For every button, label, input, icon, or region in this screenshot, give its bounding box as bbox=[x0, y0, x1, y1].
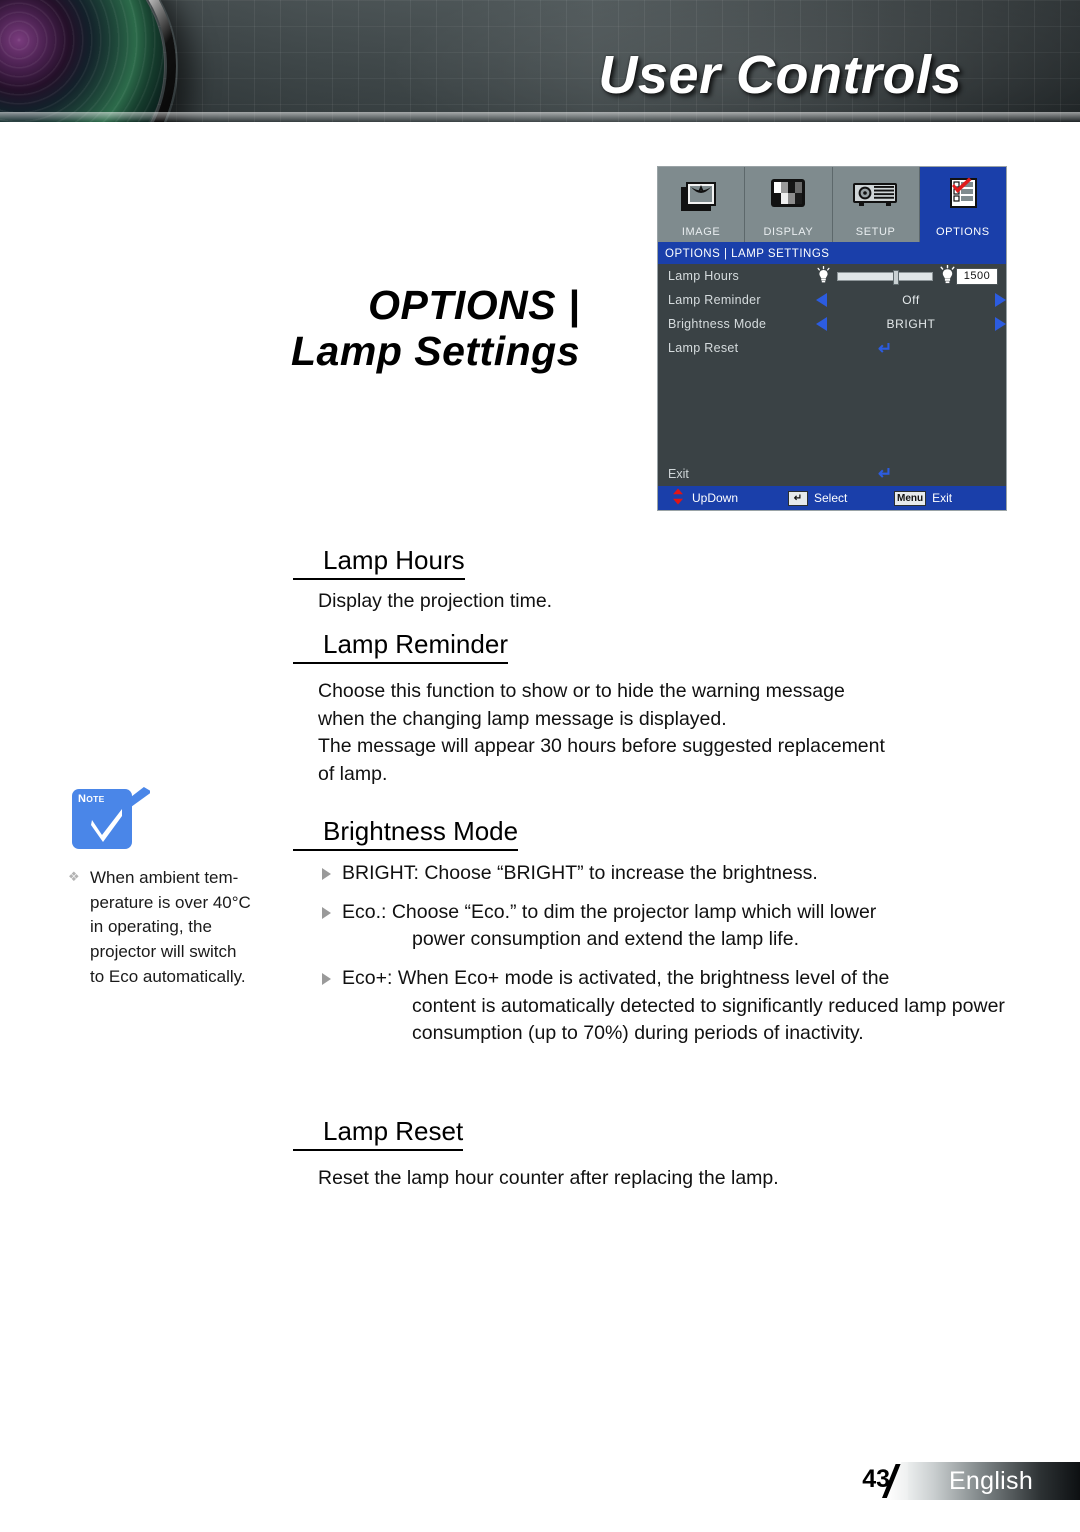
bullet-eco-lead: Eco.: Choose “Eco.” to dim the projector… bbox=[342, 900, 877, 923]
list-item: Eco+: When Eco+ mode is activated, the b… bbox=[322, 965, 1022, 1048]
diamond-bullet-icon: ❖ bbox=[68, 869, 80, 884]
bullet-eco-cont: power consumption and extend the lamp li… bbox=[412, 928, 799, 951]
section-heading-brightness-mode: Brightness Mode bbox=[293, 816, 519, 851]
triangle-bullet-icon bbox=[322, 973, 331, 986]
note-badge-icon: NOTE bbox=[72, 789, 132, 849]
lamp-reminder-line-4: of lamp. bbox=[318, 763, 388, 786]
bullet-ecoplus-cont: content is automatically detected to sig… bbox=[412, 994, 1005, 1045]
language-label: English bbox=[948, 1466, 1034, 1495]
lamp-reminder-line-1: Choose this function to show or to hide … bbox=[318, 680, 845, 702]
note-line-5: to Eco automatically. bbox=[90, 966, 246, 986]
triangle-bullet-icon bbox=[322, 906, 331, 919]
section-heading-lamp-hours: Lamp Hours bbox=[293, 545, 465, 580]
triangle-bullet-icon bbox=[322, 868, 331, 880]
bullet-text-eco: Eco.: Choose “Eco.” to dim the projector… bbox=[342, 899, 876, 954]
note-line-2: perature is over 40°C bbox=[90, 892, 251, 912]
section-heading-lamp-reset: Lamp Reset bbox=[293, 1116, 464, 1151]
section-heading-lamp-reminder: Lamp Reminder bbox=[293, 629, 508, 664]
section-body-lamp-reset: Reset the lamp hour counter after replac… bbox=[318, 1167, 779, 1189]
checkmark-icon bbox=[91, 809, 122, 842]
main-content: Lamp Hours Display the projection time. … bbox=[0, 0, 1080, 1532]
note-line-1: When ambient tem- bbox=[90, 868, 239, 887]
lamp-reminder-line-3: The message will appear 30 hours before … bbox=[318, 735, 885, 758]
note-line-4: projector will switch bbox=[90, 941, 237, 961]
section-body-lamp-reminder: Choose this function to show or to hide … bbox=[318, 678, 1028, 789]
section-body-lamp-hours: Display the projection time. bbox=[318, 590, 553, 612]
bullet-text-bright: BRIGHT: Choose “BRIGHT” to increase the … bbox=[342, 862, 818, 884]
brightness-mode-bullet-list: BRIGHT: Choose “BRIGHT” to increase the … bbox=[322, 860, 1022, 1059]
bullet-ecoplus-lead: Eco+: When Eco+ mode is activated, the b… bbox=[342, 967, 890, 990]
language-bar: English bbox=[902, 1462, 1080, 1500]
list-item: Eco.: Choose “Eco.” to dim the projector… bbox=[322, 899, 1022, 954]
note-text-block: ❖ When ambient tem- perature is over 40°… bbox=[68, 866, 300, 989]
note-line-3: in operating, the bbox=[90, 917, 212, 937]
note-text-body: When ambient tem- perature is over 40°C … bbox=[68, 866, 300, 989]
list-item: BRIGHT: Choose “BRIGHT” to increase the … bbox=[322, 860, 1022, 888]
note-badge-label: NOTE bbox=[78, 793, 105, 805]
page-footer: 43 English bbox=[0, 1462, 1080, 1502]
lamp-reminder-line-2: when the changing lamp message is displa… bbox=[318, 707, 727, 730]
bullet-text-ecoplus: Eco+: When Eco+ mode is activated, the b… bbox=[342, 965, 1022, 1048]
document-page: User Controls OPTIONS | Lamp Settings IM… bbox=[0, 0, 1080, 1532]
